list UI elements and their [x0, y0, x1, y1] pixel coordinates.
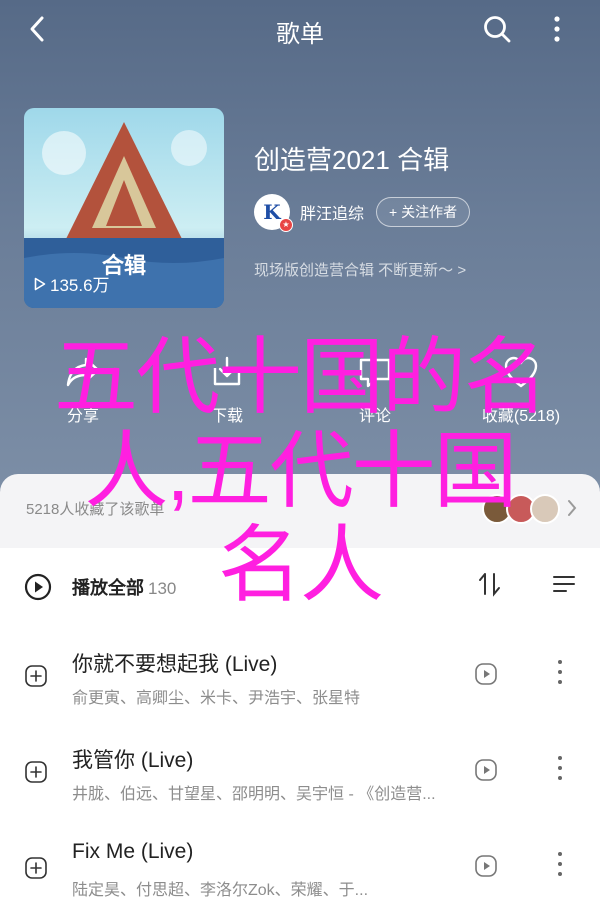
- list-select-icon: [553, 576, 575, 592]
- more-vertical-icon: [554, 16, 560, 42]
- playlist-cover[interactable]: 合辑 135.6万: [24, 108, 224, 308]
- multi-select-button[interactable]: [548, 568, 580, 600]
- avatar-letter: K: [263, 200, 281, 224]
- vip-badge-icon: ★: [279, 218, 293, 232]
- playlist-description[interactable]: 现场版创造营合辑 不断更新～ >: [254, 259, 466, 280]
- favorite-button[interactable]: 收藏(5218): [446, 352, 596, 426]
- collectors-bar[interactable]: 5218人收藏了该歌单: [0, 474, 600, 548]
- add-to-playlist-icon[interactable]: [24, 664, 48, 688]
- play-count-value: 135.6万: [50, 276, 110, 295]
- chevron-right-icon: [568, 500, 577, 516]
- add-to-playlist-icon[interactable]: [24, 856, 48, 880]
- share-icon: [66, 357, 100, 387]
- more-button[interactable]: [540, 12, 574, 46]
- song-title: 我管你 (Live): [72, 749, 194, 772]
- song-artists: 俞更寅、高卿尘、米卡、尹浩宇、张星特: [72, 690, 361, 707]
- play-all-row[interactable]: 播放全部 130: [0, 548, 600, 624]
- more-vertical-icon[interactable]: [556, 850, 564, 878]
- play-all-label: 播放全部 130: [72, 574, 176, 600]
- favorite-icon: [504, 356, 538, 388]
- creator-name[interactable]: 胖汪追综: [300, 200, 364, 224]
- play-outline-icon: [34, 277, 46, 290]
- search-button[interactable]: [480, 12, 514, 46]
- song-title: Fix Me (Live): [72, 840, 194, 863]
- list-item[interactable]: 你就不要想起我 (Live) 俞更寅、高卿尘、米卡、尹浩宇、张星特: [0, 624, 600, 720]
- song-artists: 陆定昊、付思超、李洛尔Zok、荣耀、于...: [72, 882, 369, 899]
- list-item[interactable]: 我管你 (Live) 井胧、伯远、甘望星、邵明明、吴宇恒 - 《创造营...: [0, 720, 600, 816]
- download-button[interactable]: 下载: [152, 352, 302, 426]
- sort-button[interactable]: [474, 568, 506, 600]
- avatar: [530, 494, 560, 524]
- download-label: 下载: [210, 408, 243, 425]
- download-icon: [213, 356, 241, 386]
- follow-button[interactable]: + 关注作者: [376, 197, 471, 227]
- play-all-text: 播放全部: [72, 578, 144, 598]
- comment-button[interactable]: 评论: [300, 352, 450, 426]
- search-icon: [484, 16, 511, 43]
- more-vertical-icon[interactable]: [556, 658, 564, 686]
- share-label: 分享: [66, 408, 99, 425]
- video-icon[interactable]: [474, 662, 498, 686]
- play-circle-icon: [24, 573, 52, 601]
- comment-icon: [359, 358, 391, 388]
- song-title: 你就不要想起我 (Live): [72, 653, 278, 676]
- collectors-text: 5218人收藏了该歌单: [26, 501, 165, 518]
- playlist-title: 创造营2021 合辑: [254, 145, 450, 175]
- comment-label: 评论: [358, 408, 391, 425]
- add-to-playlist-icon[interactable]: [24, 760, 48, 784]
- song-list: 播放全部 130 你就不要想起我 (Live) 俞更寅、高卿尘、米卡、尹浩宇、张星…: [0, 548, 600, 910]
- play-count: 135.6万: [34, 271, 110, 296]
- video-icon[interactable]: [474, 758, 498, 782]
- more-vertical-icon[interactable]: [556, 754, 564, 782]
- list-item[interactable]: Fix Me (Live) 陆定昊、付思超、李洛尔Zok、荣耀、于...: [0, 816, 600, 910]
- action-bar: 分享 下载 评论 收藏(5218): [0, 352, 600, 432]
- share-button[interactable]: 分享: [8, 352, 158, 426]
- song-count: 130: [148, 579, 177, 598]
- collector-avatars: [482, 494, 560, 524]
- avatar[interactable]: K ★: [254, 194, 293, 232]
- creator-row: K ★ 胖汪追综 + 关注作者: [254, 194, 471, 232]
- sort-icon: [479, 573, 500, 597]
- video-icon[interactable]: [474, 854, 498, 878]
- favorite-label: 收藏(5218): [481, 408, 561, 425]
- song-artists: 井胧、伯远、甘望星、邵明明、吴宇恒 - 《创造营...: [72, 786, 436, 803]
- top-bar: 歌单: [0, 0, 600, 58]
